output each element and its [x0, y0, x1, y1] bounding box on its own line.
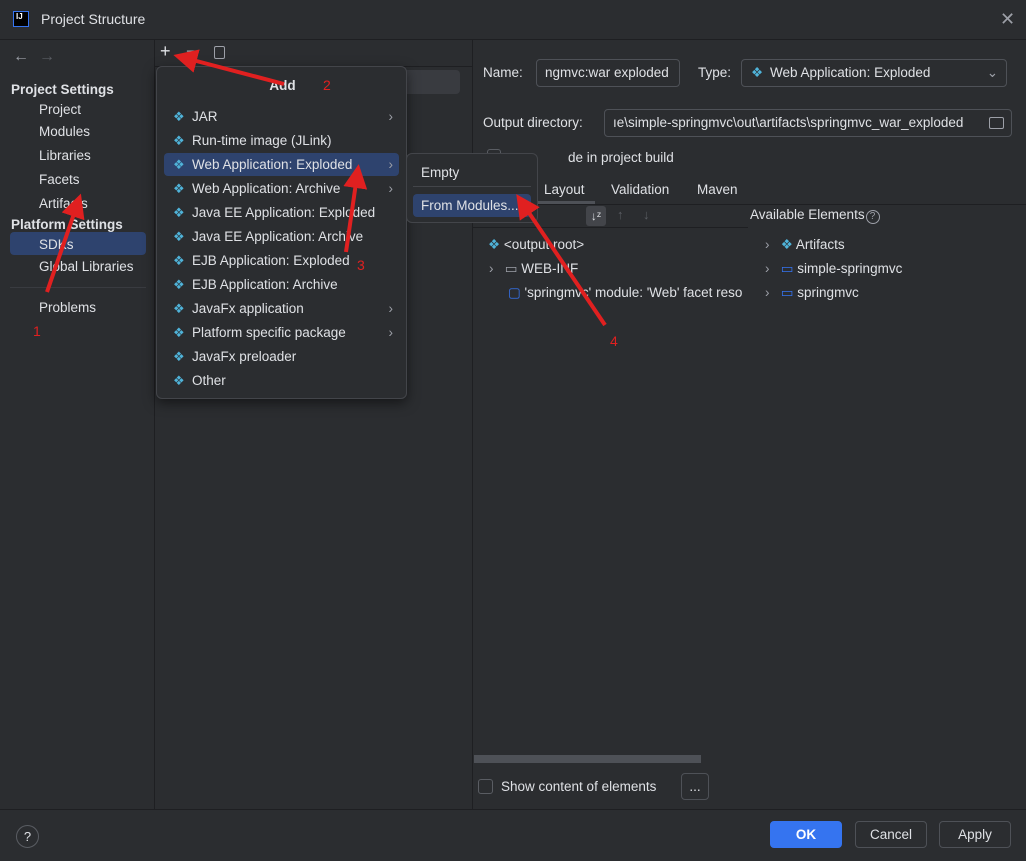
annotation-arrow-3	[343, 164, 368, 253]
annotation-4: 4	[610, 333, 618, 349]
annotation-2: 2	[323, 77, 331, 93]
annotation-arrow-1	[45, 193, 85, 293]
annotation-arrow-4	[516, 194, 607, 327]
annotation-arrow-2	[173, 49, 285, 86]
annotation-arrows	[45, 49, 607, 327]
annotation-1: 1	[33, 323, 41, 339]
annotation-3: 3	[357, 257, 365, 273]
